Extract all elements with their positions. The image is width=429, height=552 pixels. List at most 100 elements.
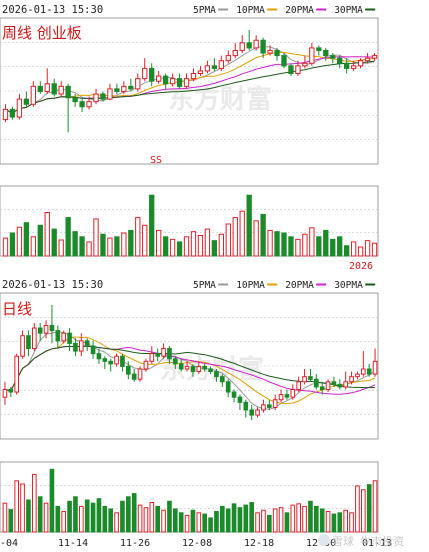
volume-bar — [20, 483, 25, 533]
weekly-marker: SS — [150, 155, 162, 166]
volume-bar — [55, 505, 61, 533]
candle-body — [355, 373, 360, 378]
volume-bar — [190, 509, 196, 533]
candle-body — [190, 73, 197, 80]
volume-bar — [125, 496, 131, 533]
candle — [225, 379, 231, 398]
candle — [225, 50, 231, 64]
candle-body — [302, 376, 307, 383]
candle-body — [202, 365, 208, 370]
candle-body — [125, 365, 131, 375]
candle — [135, 73, 141, 92]
volume-bar — [296, 503, 302, 533]
volume-bar — [319, 508, 325, 533]
candle — [253, 35, 259, 51]
volume-bar — [337, 236, 343, 257]
volume-bar — [355, 485, 360, 533]
candle-body — [37, 85, 43, 92]
candle-body — [295, 65, 301, 75]
candle-body — [225, 381, 231, 393]
candle-body — [90, 345, 96, 355]
volume-bar — [239, 210, 245, 257]
legend-label-30pma: 30PMA — [334, 280, 363, 291]
candle — [67, 328, 72, 352]
volume-bar — [288, 236, 294, 257]
candle-body — [360, 368, 366, 375]
volume-bar — [219, 505, 225, 533]
candle — [137, 366, 143, 382]
volume-bar — [30, 236, 36, 257]
volume-bar — [178, 512, 184, 533]
candle — [78, 333, 84, 357]
weekly-header: 2026-01-13 15:30 5PMA 10PMA 20PMA 30PMA — [2, 4, 376, 16]
volume-bar — [349, 512, 354, 533]
volume-bar — [73, 496, 78, 533]
volume-bar — [107, 237, 113, 257]
candle-body — [357, 60, 364, 67]
legend-label-10pma: 10PMA — [236, 280, 265, 291]
volume-bar — [337, 512, 343, 533]
volume-bar — [167, 500, 172, 533]
volume-bar — [58, 239, 64, 257]
volume-bar — [31, 473, 37, 533]
volume-bar — [274, 231, 280, 257]
volume-bar — [65, 217, 71, 257]
candle — [266, 399, 272, 410]
candle-body — [249, 409, 255, 416]
candle — [237, 394, 243, 410]
candle — [371, 53, 378, 61]
volume-bar — [278, 507, 284, 533]
candle — [313, 374, 319, 390]
volume-bar — [86, 241, 92, 257]
weekly-volume-bars — [2, 194, 378, 257]
volume-bar — [208, 517, 213, 533]
x-tick-label: 12-08 — [182, 538, 212, 549]
candle-body — [178, 363, 184, 370]
candle-body — [86, 101, 92, 108]
candle — [183, 73, 190, 89]
candle — [114, 83, 120, 94]
candle-body — [93, 93, 99, 103]
volume-bar — [2, 237, 9, 257]
candle-body — [344, 62, 350, 69]
candle-body — [79, 101, 85, 108]
volume-bar — [16, 226, 23, 257]
candle — [232, 42, 238, 59]
candle-body — [9, 108, 16, 118]
volume-bar — [128, 229, 134, 257]
candle — [20, 330, 25, 359]
candle — [176, 73, 183, 89]
legend-label-30pma: 30PMA — [334, 5, 363, 16]
candle — [261, 399, 266, 413]
candle — [355, 371, 360, 380]
candle — [9, 106, 16, 120]
volume-bar — [149, 502, 155, 533]
candle-body — [218, 60, 224, 69]
candle-body — [2, 388, 8, 398]
candle-body — [67, 332, 72, 344]
candle-body — [172, 358, 178, 365]
candle — [218, 55, 224, 71]
volume-bar — [135, 217, 141, 257]
candle-body — [135, 78, 141, 90]
candle-body — [290, 388, 296, 398]
candle — [149, 345, 155, 364]
candle-body — [176, 78, 183, 87]
candle — [272, 394, 278, 410]
candle-body — [114, 355, 119, 365]
candle-body — [14, 355, 20, 393]
candle — [31, 322, 37, 352]
candle-body — [8, 388, 14, 393]
candle-body — [61, 332, 67, 342]
daily-chart-title: 日线 — [2, 300, 32, 318]
candle — [84, 338, 90, 352]
volume-bar — [149, 194, 155, 257]
candle-body — [313, 378, 319, 388]
candle — [316, 45, 322, 56]
candle-body — [78, 340, 84, 352]
volume-bar — [114, 512, 119, 533]
candle-body — [364, 57, 371, 62]
volume-bar — [281, 232, 287, 257]
candle-body — [366, 368, 372, 375]
candle-body — [232, 49, 238, 57]
